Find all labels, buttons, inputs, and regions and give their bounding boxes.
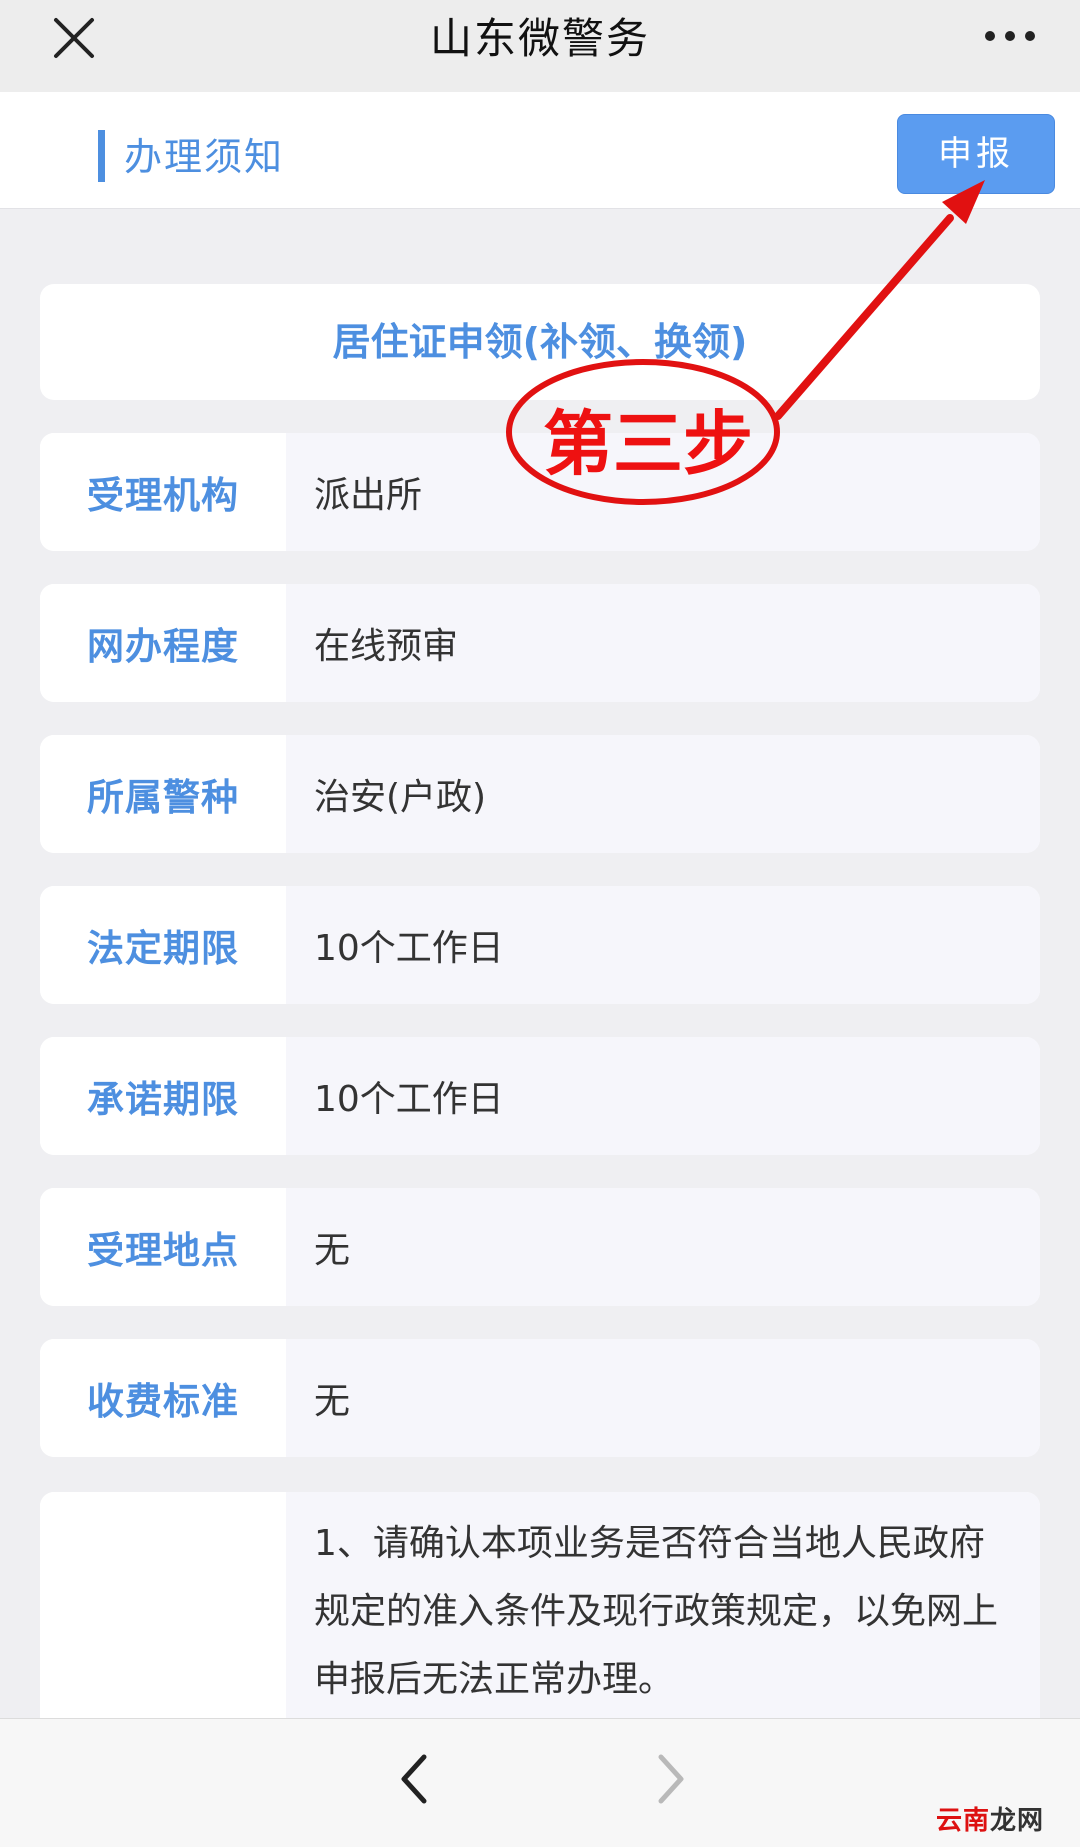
service-title: 居住证申领(补领、换领): [332, 320, 748, 364]
detail-value: 10个工作日: [286, 886, 1040, 1004]
title-bar: 山东微警务: [0, 0, 1080, 92]
app-title: 山东微警务: [429, 14, 650, 63]
section-label: 办理须知: [124, 135, 285, 179]
step-annotation-text: 第三步: [543, 402, 753, 485]
watermark-part1: 云南: [935, 1806, 990, 1836]
detail-row-location: 受理地点 无: [40, 1188, 1040, 1306]
detail-label: 受理地点: [40, 1188, 286, 1306]
detail-label: 法定期限: [40, 886, 286, 1004]
detail-value: 治安(户政): [286, 735, 1040, 853]
detail-label: 所属警种: [40, 735, 286, 853]
detail-row-online-level: 网办程度 在线预审: [40, 584, 1040, 702]
watermark-part2: 龙网: [989, 1806, 1044, 1836]
detail-label: 网办程度: [40, 584, 286, 702]
detail-row-legal-limit: 法定期限 10个工作日: [40, 886, 1040, 1004]
detail-row-police-type: 所属警种 治安(户政): [40, 735, 1040, 853]
notes-text: 1、请确认本项业务是否符合当地人民政府规定的准入条件及现行政策规定，以免网上申报…: [286, 1492, 1040, 1752]
more-dots-icon[interactable]: [980, 18, 1040, 58]
section-accent-bar: [98, 130, 105, 182]
chevron-right-icon: [645, 1749, 695, 1809]
detail-row-promised-limit: 承诺期限 10个工作日: [40, 1037, 1040, 1155]
detail-label: 承诺期限: [40, 1037, 286, 1155]
section-header: 办理须知 申报: [0, 92, 1080, 209]
watermark: 云南龙网: [936, 1800, 1044, 1837]
detail-value: 在线预审: [286, 584, 1040, 702]
apply-button[interactable]: 申报: [897, 114, 1055, 194]
detail-value: 10个工作日: [286, 1037, 1040, 1155]
detail-label: 收费标准: [40, 1339, 286, 1457]
detail-label: 受理机构: [40, 433, 286, 551]
detail-row-fee: 收费标准 无: [40, 1339, 1040, 1457]
bottom-nav-bar: 云南龙网: [0, 1718, 1080, 1847]
chevron-left-icon[interactable]: [390, 1749, 440, 1809]
service-title-card: 居住证申领(补领、换领): [40, 284, 1040, 400]
detail-value: 无: [286, 1339, 1040, 1457]
notes-label-cell: [40, 1492, 286, 1752]
detail-value: 无: [286, 1188, 1040, 1306]
notes-card: 1、请确认本项业务是否符合当地人民政府规定的准入条件及现行政策规定，以免网上申报…: [40, 1492, 1040, 1752]
